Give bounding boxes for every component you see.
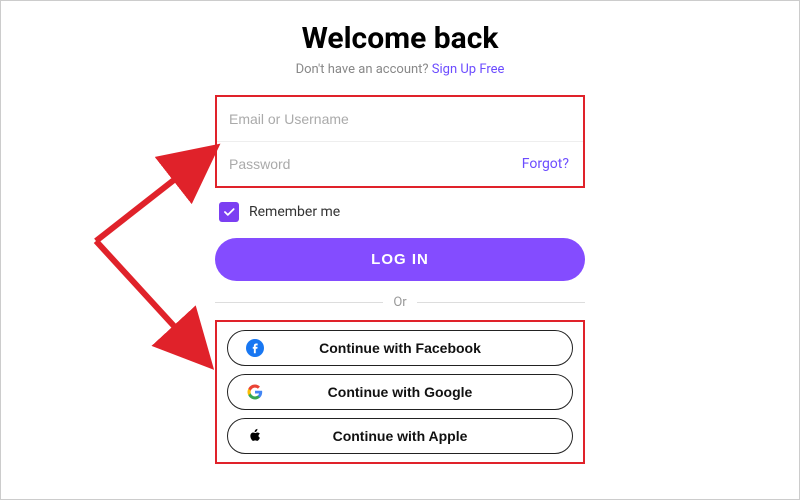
facebook-btn-label: Continue with Facebook (319, 340, 481, 356)
remember-checkbox[interactable] (219, 202, 239, 222)
page-title: Welcome back (215, 21, 585, 56)
remember-row: Remember me (219, 202, 585, 222)
remember-label: Remember me (249, 204, 340, 220)
continue-facebook-button[interactable]: Continue with Facebook (227, 330, 573, 366)
check-icon (222, 205, 236, 219)
email-field[interactable] (217, 97, 583, 141)
apple-btn-label: Continue with Apple (333, 428, 468, 444)
signup-link[interactable]: Sign Up Free (432, 62, 505, 77)
forgot-link[interactable]: Forgot? (522, 156, 569, 172)
apple-icon (246, 427, 264, 445)
password-row: Forgot? (217, 142, 583, 186)
divider: Or (215, 295, 585, 310)
social-group: Continue with Facebook Continue with Goo… (215, 320, 585, 464)
facebook-icon (246, 339, 264, 357)
google-btn-label: Continue with Google (328, 384, 473, 400)
continue-apple-button[interactable]: Continue with Apple (227, 418, 573, 454)
email-row (217, 97, 583, 142)
credentials-group: Forgot? (215, 95, 585, 188)
divider-label: Or (393, 295, 406, 310)
divider-line-left (215, 302, 383, 303)
login-button[interactable]: LOG IN (215, 238, 585, 281)
google-icon (246, 383, 264, 401)
signup-prompt: Don't have an account? Sign Up Free (215, 62, 585, 77)
continue-google-button[interactable]: Continue with Google (227, 374, 573, 410)
divider-line-right (417, 302, 585, 303)
signup-prefix: Don't have an account? (296, 62, 432, 77)
